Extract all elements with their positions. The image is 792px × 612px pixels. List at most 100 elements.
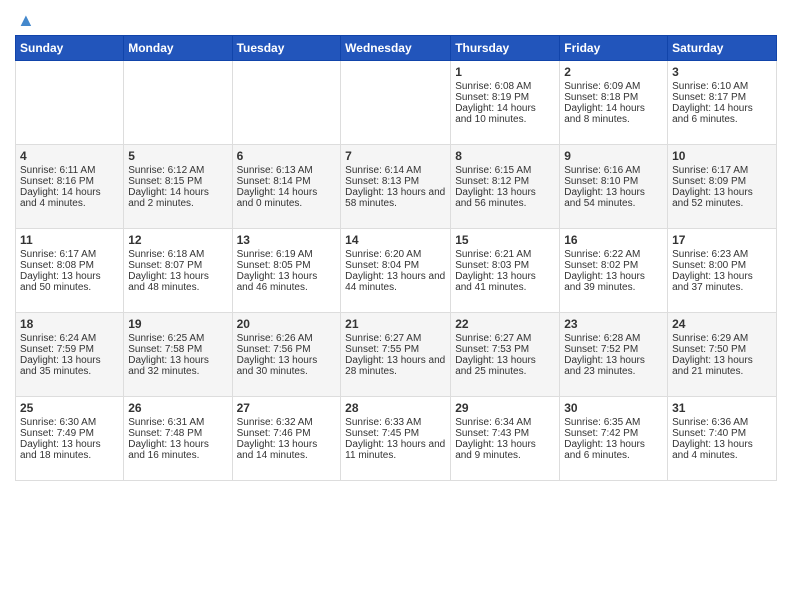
cell-content-line: Sunrise: 6:21 AM: [455, 249, 555, 260]
calendar-cell: 23Sunrise: 6:28 AMSunset: 7:52 PMDayligh…: [560, 313, 668, 397]
cell-content-line: Daylight: 13 hours and 6 minutes.: [564, 439, 663, 461]
cell-content-line: Sunrise: 6:31 AM: [128, 417, 227, 428]
calendar-cell: 11Sunrise: 6:17 AMSunset: 8:08 PMDayligh…: [16, 229, 124, 313]
calendar-cell: 25Sunrise: 6:30 AMSunset: 7:49 PMDayligh…: [16, 397, 124, 481]
cell-content-line: Sunset: 8:10 PM: [564, 176, 663, 187]
day-number: 9: [564, 149, 663, 163]
cell-content-line: Sunrise: 6:24 AM: [20, 333, 119, 344]
calendar-cell: [232, 61, 341, 145]
header-thursday: Thursday: [451, 36, 560, 61]
calendar-cell: 16Sunrise: 6:22 AMSunset: 8:02 PMDayligh…: [560, 229, 668, 313]
day-number: 11: [20, 233, 119, 247]
calendar-cell: [124, 61, 232, 145]
cell-content-line: Sunset: 8:13 PM: [345, 176, 446, 187]
cell-content-line: Sunrise: 6:22 AM: [564, 249, 663, 260]
day-number: 21: [345, 317, 446, 331]
cell-content-line: Sunrise: 6:13 AM: [237, 165, 337, 176]
cell-content-line: Sunset: 7:55 PM: [345, 344, 446, 355]
cell-content-line: Daylight: 14 hours and 2 minutes.: [128, 187, 227, 209]
calendar-cell: 10Sunrise: 6:17 AMSunset: 8:09 PMDayligh…: [668, 145, 777, 229]
cell-content-line: Sunset: 8:02 PM: [564, 260, 663, 271]
cell-content-line: Sunset: 7:42 PM: [564, 428, 663, 439]
cell-content-line: Daylight: 13 hours and 32 minutes.: [128, 355, 227, 377]
cell-content-line: Sunset: 7:46 PM: [237, 428, 337, 439]
day-number: 6: [237, 149, 337, 163]
day-number: 2: [564, 65, 663, 79]
cell-content-line: Sunrise: 6:25 AM: [128, 333, 227, 344]
cell-content-line: Sunrise: 6:27 AM: [455, 333, 555, 344]
calendar-cell: 21Sunrise: 6:27 AMSunset: 7:55 PMDayligh…: [341, 313, 451, 397]
cell-content-line: Sunrise: 6:14 AM: [345, 165, 446, 176]
cell-content-line: Sunset: 8:00 PM: [672, 260, 772, 271]
calendar-cell: 13Sunrise: 6:19 AMSunset: 8:05 PMDayligh…: [232, 229, 341, 313]
cell-content-line: Daylight: 13 hours and 4 minutes.: [672, 439, 772, 461]
cell-content-line: Sunrise: 6:34 AM: [455, 417, 555, 428]
day-number: 1: [455, 65, 555, 79]
cell-content-line: Daylight: 13 hours and 18 minutes.: [20, 439, 119, 461]
cell-content-line: Sunset: 8:09 PM: [672, 176, 772, 187]
cell-content-line: Daylight: 13 hours and 58 minutes.: [345, 187, 446, 209]
cell-content-line: Sunset: 8:04 PM: [345, 260, 446, 271]
cell-content-line: Daylight: 13 hours and 30 minutes.: [237, 355, 337, 377]
cell-content-line: Sunset: 8:16 PM: [20, 176, 119, 187]
week-row-4: 18Sunrise: 6:24 AMSunset: 7:59 PMDayligh…: [16, 313, 777, 397]
calendar-table: SundayMondayTuesdayWednesdayThursdayFrid…: [15, 35, 777, 481]
cell-content-line: Daylight: 13 hours and 39 minutes.: [564, 271, 663, 293]
cell-content-line: Daylight: 13 hours and 16 minutes.: [128, 439, 227, 461]
cell-content-line: Sunset: 8:18 PM: [564, 92, 663, 103]
cell-content-line: Sunrise: 6:30 AM: [20, 417, 119, 428]
day-number: 14: [345, 233, 446, 247]
cell-content-line: Sunrise: 6:35 AM: [564, 417, 663, 428]
header-wednesday: Wednesday: [341, 36, 451, 61]
calendar-cell: 2 Sunrise: 6:09 AMSunset: 8:18 PMDaylight…: [560, 61, 668, 145]
day-number: 26: [128, 401, 227, 415]
cell-content-line: Sunset: 8:07 PM: [128, 260, 227, 271]
week-row-2: 4Sunrise: 6:11 AMSunset: 8:16 PMDaylight…: [16, 145, 777, 229]
cell-content-line: Sunrise: 6:09 AM: [564, 81, 663, 92]
calendar-cell: 4Sunrise: 6:11 AMSunset: 8:16 PMDaylight…: [16, 145, 124, 229]
day-number: 23: [564, 317, 663, 331]
day-number: 30: [564, 401, 663, 415]
header-friday: Friday: [560, 36, 668, 61]
week-row-1: 1Sunrise: 6:08 AMSunset: 8:19 PMDaylight…: [16, 61, 777, 145]
cell-content-line: Sunset: 7:45 PM: [345, 428, 446, 439]
cell-content-line: Sunset: 7:58 PM: [128, 344, 227, 355]
calendar-cell: 7Sunrise: 6:14 AMSunset: 8:13 PMDaylight…: [341, 145, 451, 229]
cell-content-line: Daylight: 13 hours and 50 minutes.: [20, 271, 119, 293]
cell-content-line: Daylight: 14 hours and 8 minutes.: [564, 103, 663, 125]
cell-content-line: Daylight: 13 hours and 56 minutes.: [455, 187, 555, 209]
cell-content-line: Sunset: 7:53 PM: [455, 344, 555, 355]
week-row-5: 25Sunrise: 6:30 AMSunset: 7:49 PMDayligh…: [16, 397, 777, 481]
header-tuesday: Tuesday: [232, 36, 341, 61]
cell-content-line: Daylight: 13 hours and 46 minutes.: [237, 271, 337, 293]
cell-content-line: Daylight: 13 hours and 48 minutes.: [128, 271, 227, 293]
cell-content-line: Sunset: 7:43 PM: [455, 428, 555, 439]
cell-content-line: Sunset: 8:12 PM: [455, 176, 555, 187]
calendar-cell: 31Sunrise: 6:36 AMSunset: 7:40 PMDayligh…: [668, 397, 777, 481]
day-number: 19: [128, 317, 227, 331]
cell-content-line: Daylight: 13 hours and 21 minutes.: [672, 355, 772, 377]
cell-content-line: Sunset: 7:48 PM: [128, 428, 227, 439]
cell-content-line: Sunrise: 6:20 AM: [345, 249, 446, 260]
calendar-cell: [16, 61, 124, 145]
day-number: 22: [455, 317, 555, 331]
cell-content-line: Daylight: 13 hours and 9 minutes.: [455, 439, 555, 461]
cell-content-line: Daylight: 13 hours and 14 minutes.: [237, 439, 337, 461]
cell-content-line: Sunrise: 6:11 AM: [20, 165, 119, 176]
cell-content-line: Daylight: 13 hours and 23 minutes.: [564, 355, 663, 377]
calendar-cell: 20Sunrise: 6:26 AMSunset: 7:56 PMDayligh…: [232, 313, 341, 397]
calendar-cell: 18Sunrise: 6:24 AMSunset: 7:59 PMDayligh…: [16, 313, 124, 397]
cell-content-line: Daylight: 13 hours and 37 minutes.: [672, 271, 772, 293]
week-row-3: 11Sunrise: 6:17 AMSunset: 8:08 PMDayligh…: [16, 229, 777, 313]
cell-content-line: Sunset: 8:15 PM: [128, 176, 227, 187]
calendar-cell: 3Sunrise: 6:10 AMSunset: 8:17 PMDaylight…: [668, 61, 777, 145]
calendar-cell: 27Sunrise: 6:32 AMSunset: 7:46 PMDayligh…: [232, 397, 341, 481]
cell-content-line: Sunset: 7:49 PM: [20, 428, 119, 439]
day-number: 29: [455, 401, 555, 415]
calendar-cell: 30 Sunrise: 6:35 AMSunset: 7:42 PMDayligh…: [560, 397, 668, 481]
calendar-cell: 14Sunrise: 6:20 AMSunset: 8:04 PMDayligh…: [341, 229, 451, 313]
cell-content-line: Sunrise: 6:17 AM: [20, 249, 119, 260]
calendar-cell: 28Sunrise: 6:33 AMSunset: 7:45 PMDayligh…: [341, 397, 451, 481]
day-number: 10: [672, 149, 772, 163]
cell-content-line: Sunset: 8:17 PM: [672, 92, 772, 103]
